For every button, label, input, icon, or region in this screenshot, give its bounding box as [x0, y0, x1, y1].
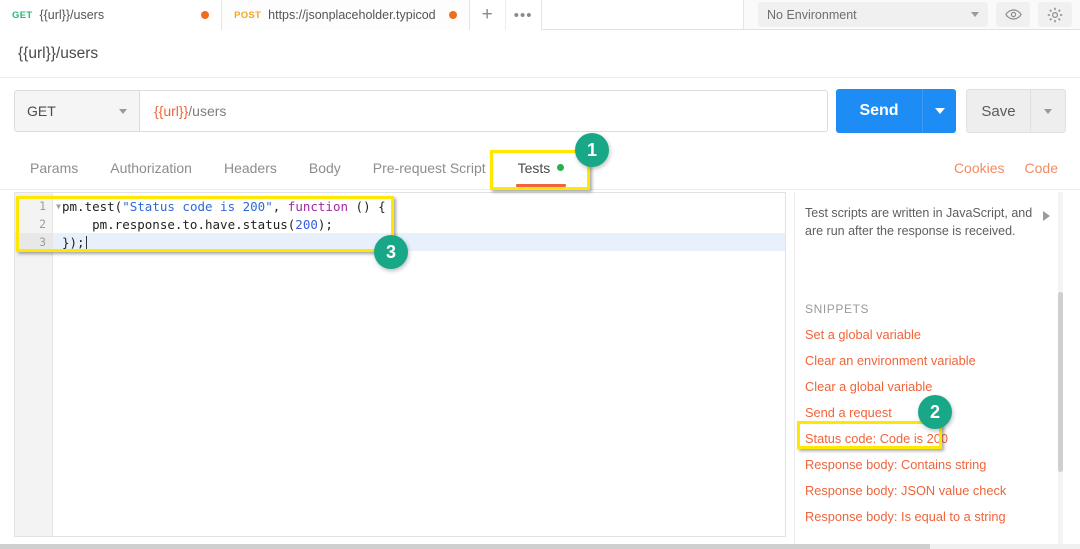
tab-bar-filler	[542, 0, 744, 29]
postman-window: GET {{url}}/users POST https://jsonplace…	[0, 0, 1080, 549]
send-button[interactable]: Send	[836, 89, 922, 133]
snippets-heading: SNIPPETS	[795, 240, 1066, 316]
page-title: {{url}}/users	[18, 45, 98, 63]
tab-body[interactable]: Body	[293, 146, 357, 190]
chevron-down-icon	[1044, 109, 1052, 114]
save-button-group: Save	[966, 89, 1066, 133]
environment-select[interactable]: No Environment	[758, 2, 988, 27]
tab-headers[interactable]: Headers	[208, 146, 293, 190]
snippets-panel: Test scripts are written in JavaScript, …	[794, 192, 1066, 549]
horizontal-scrollbar-thumb[interactable]	[0, 544, 930, 549]
code-link[interactable]: Code	[1025, 160, 1058, 176]
chevron-down-icon	[935, 108, 945, 114]
request-tab-post[interactable]: POST https://jsonplaceholder.typicod	[222, 0, 470, 30]
tab-title: https://jsonplaceholder.typicod	[268, 8, 435, 22]
eye-icon[interactable]	[996, 2, 1030, 27]
snippet-clear-global-variable[interactable]: Clear a global variable	[795, 368, 1066, 394]
new-tab-button[interactable]: +	[470, 0, 506, 30]
chevron-down-icon	[971, 12, 979, 17]
more-tabs-icon[interactable]: •••	[506, 0, 542, 30]
snippet-response-body-json-value-check[interactable]: Response body: JSON value check	[795, 472, 1066, 498]
environment-selected-label: No Environment	[767, 8, 857, 22]
tab-pre-request-script[interactable]: Pre-request Script	[357, 146, 502, 190]
tabs-right-links: Cookies Code	[954, 160, 1066, 176]
highlight-box-tests-tab	[490, 150, 590, 190]
annotation-badge-3: 3	[374, 235, 408, 269]
unsaved-dot-icon	[449, 11, 457, 19]
snippets-description: Test scripts are written in JavaScript, …	[795, 192, 1066, 240]
save-button[interactable]: Save	[966, 89, 1030, 133]
tab-title: {{url}}/users	[39, 8, 104, 22]
tab-authorization[interactable]: Authorization	[94, 146, 208, 190]
chevron-right-icon[interactable]	[1043, 211, 1050, 221]
url-path-text: /users	[188, 103, 226, 119]
highlight-box-editor-code	[16, 196, 394, 252]
gear-icon[interactable]	[1038, 2, 1072, 27]
tab-method-label: GET	[12, 10, 32, 21]
send-options-button[interactable]	[922, 89, 956, 133]
request-title-row: {{url}}/users	[0, 30, 1080, 78]
send-button-group: Send	[836, 89, 956, 133]
tab-params[interactable]: Params	[14, 146, 94, 190]
request-tab-get[interactable]: GET {{url}}/users	[0, 0, 222, 30]
horizontal-scrollbar-track[interactable]	[0, 544, 1080, 549]
environment-area: No Environment	[744, 0, 1080, 29]
tab-method-label: POST	[234, 10, 261, 21]
unsaved-dot-icon	[201, 11, 209, 19]
http-method-label: GET	[27, 103, 56, 119]
snippets-scrollbar-thumb[interactable]	[1058, 292, 1063, 472]
http-method-select[interactable]: GET	[14, 90, 139, 132]
snippet-set-global-variable[interactable]: Set a global variable	[795, 316, 1066, 342]
snippet-clear-environment-variable[interactable]: Clear an environment variable	[795, 342, 1066, 368]
url-variable-token: {{url}}	[154, 103, 188, 119]
highlight-box-snippet-status-code	[797, 421, 942, 449]
cookies-link[interactable]: Cookies	[954, 160, 1005, 176]
snippet-response-body-is-equal-to-a-string[interactable]: Response body: Is equal to a string	[795, 498, 1066, 524]
snippet-response-body-contains-string[interactable]: Response body: Contains string	[795, 446, 1066, 472]
annotation-badge-2: 2	[918, 395, 952, 429]
save-options-button[interactable]	[1030, 89, 1066, 133]
url-bar: GET {{url}}/users Send Save	[0, 78, 1080, 144]
url-input[interactable]: {{url}}/users	[139, 90, 828, 132]
request-tab-bar: GET {{url}}/users POST https://jsonplace…	[0, 0, 1080, 30]
chevron-down-icon	[119, 109, 127, 114]
annotation-badge-1: 1	[575, 133, 609, 167]
